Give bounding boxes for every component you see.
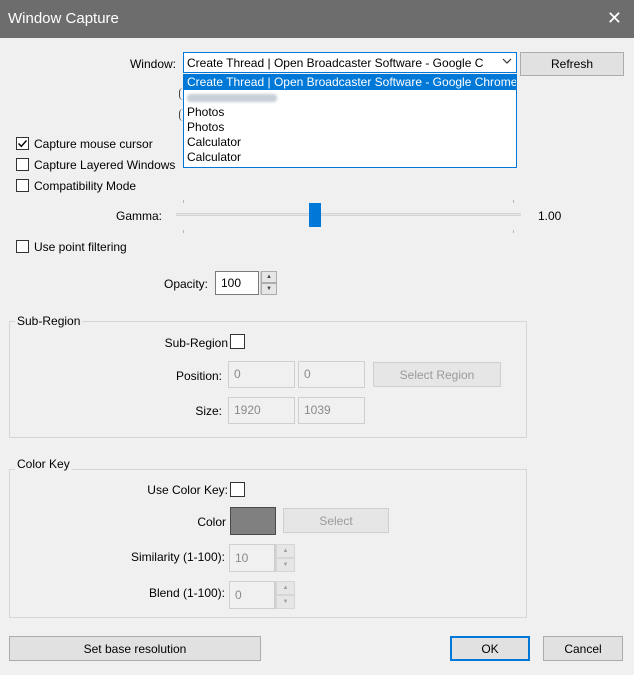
window-select-value: Create Thread | Open Broadcaster Softwar… [187,55,484,70]
similarity-input[interactable]: 10 [229,544,275,572]
similarity-label: Similarity (1-100): [130,550,225,564]
stepper-down-icon[interactable]: ▼ [276,558,295,572]
ok-button[interactable]: OK [450,636,530,661]
gamma-slider-track[interactable] [176,213,521,216]
select-region-button[interactable]: Select Region [373,362,501,387]
opacity-input[interactable]: 100 [215,271,259,295]
gamma-label: Gamma: [115,209,162,223]
dropdown-option[interactable]: Photos [184,120,516,135]
color-key-group-title: Color Key [15,457,72,471]
slider-tick [183,230,184,233]
stepper-down-icon[interactable]: ▼ [276,595,295,609]
position-x-input[interactable]: 0 [228,361,295,388]
compatibility-label: Compatibility Mode [34,179,137,193]
stepper-up-icon[interactable]: ▲ [261,271,277,283]
title-bar: Window Capture ✕ [0,0,634,38]
chevron-down-icon [502,56,512,69]
slider-tick [513,200,514,203]
capture-layered-label: Capture Layered Windows [34,158,176,172]
sub-region-checkbox[interactable] [230,334,245,349]
use-color-key-checkbox[interactable] [230,482,245,497]
compatibility-checkbox[interactable] [16,179,29,192]
use-color-key-label: Use Color Key: [147,483,228,497]
stepper-up-icon[interactable]: ▲ [276,581,295,595]
cancel-button[interactable]: Cancel [543,636,623,661]
slider-tick [183,200,184,203]
dropdown-option[interactable]: Calculator [184,135,516,150]
window-select[interactable]: Create Thread | Open Broadcaster Softwar… [183,52,517,73]
opacity-label: Opacity: [163,277,208,291]
window-title: Window Capture [8,10,119,27]
blend-label: Blend (1-100): [148,586,225,600]
blend-value: 0 [235,588,242,602]
position-y-input[interactable]: 0 [298,361,365,388]
window-dropdown-list[interactable]: Create Thread | Open Broadcaster Softwar… [183,74,517,168]
dropdown-option[interactable]: Photos [184,105,516,120]
blend-input[interactable]: 0 [229,581,275,609]
size-height-input[interactable]: 1039 [298,397,365,424]
radio-edge [179,88,183,100]
stepper-up-icon[interactable]: ▲ [276,544,295,558]
gamma-slider-thumb[interactable] [309,203,321,227]
close-icon[interactable]: ✕ [607,8,622,29]
point-filtering-label: Use point filtering [34,240,127,254]
color-label: Color [197,515,226,529]
position-x-value: 0 [234,367,241,381]
slider-tick [513,230,514,233]
position-label: Position: [175,369,222,383]
opacity-value: 100 [221,276,242,290]
capture-mouse-label: Capture mouse cursor [34,137,153,151]
similarity-value: 10 [235,551,249,565]
size-width-value: 1920 [234,403,261,417]
position-y-value: 0 [304,367,311,381]
gamma-value: 1.00 [538,209,562,223]
color-swatch[interactable] [230,507,276,535]
stepper-down-icon[interactable]: ▼ [261,283,277,295]
radio-edge [179,109,183,121]
size-height-value: 1039 [304,403,331,417]
dropdown-option[interactable]: Create Thread | Open Broadcaster Softwar… [184,75,516,90]
dropdown-option-obscured[interactable] [184,90,516,105]
set-base-resolution-button[interactable]: Set base resolution [9,636,261,661]
refresh-button[interactable]: Refresh [520,52,624,76]
point-filtering-checkbox[interactable] [16,240,29,253]
checkmark-icon [18,140,28,148]
sub-region-group-title: Sub-Region [15,314,83,328]
capture-mouse-checkbox[interactable] [16,137,29,150]
dropdown-option[interactable]: Calculator [184,150,516,165]
size-width-input[interactable]: 1920 [228,397,295,424]
opacity-stepper[interactable]: ▲ ▼ [260,271,277,295]
window-label: Window: [129,57,176,71]
capture-layered-checkbox[interactable] [16,158,29,171]
sub-region-toggle-label: Sub-Region [164,336,228,350]
select-color-button[interactable]: Select [283,508,389,533]
similarity-stepper[interactable]: ▲ ▼ [275,544,295,572]
blend-stepper[interactable]: ▲ ▼ [275,581,295,609]
size-label: Size: [195,404,222,418]
